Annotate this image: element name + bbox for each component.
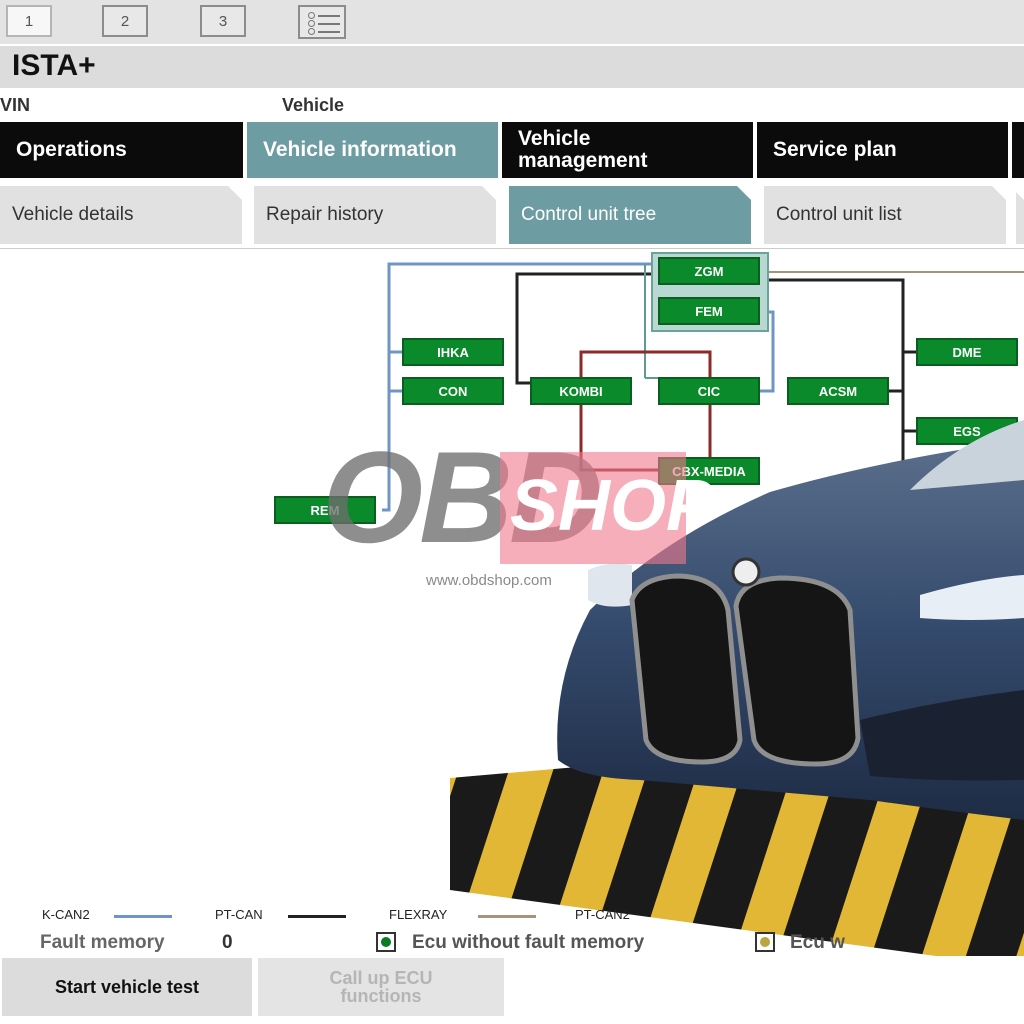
legend-pt-can: PT-CAN: [215, 907, 263, 922]
fault-memory-value: 0: [222, 932, 233, 953]
windshield: [910, 420, 1024, 490]
legend-k-can2: K-CAN2: [42, 907, 90, 922]
status-fault-indicator: [755, 932, 775, 952]
brand-logo: [731, 557, 761, 587]
legend-k-can2-line: [114, 915, 172, 918]
grille-left: [629, 573, 743, 765]
ecu-dme[interactable]: DME: [916, 338, 1018, 366]
legend-flexray: FLEXRAY: [389, 907, 448, 922]
status-ok-indicator: [376, 932, 396, 952]
ecu-zgm[interactable]: ZGM: [658, 257, 760, 285]
pt-can-line: [515, 272, 655, 385]
ecu-ihka[interactable]: IHKA: [402, 338, 504, 366]
start-vehicle-test-button[interactable]: Start vehicle test: [2, 958, 252, 1016]
call-up-ecu-functions-button[interactable]: Call up ECU functions: [258, 958, 504, 1016]
fault-memory-label: Fault memory: [40, 932, 165, 953]
status-fault-label: Ecu w: [790, 932, 845, 953]
watermark-shop: SHOP: [510, 466, 715, 546]
legend-pt-can2: PT-CAN2: [575, 907, 630, 922]
status-ok-label: Ecu without fault memory: [412, 932, 645, 953]
legend-pt-can-line: [288, 915, 346, 918]
grille-right: [733, 575, 861, 767]
legend-flexray-line: [478, 915, 536, 918]
watermark-url: www.obdshop.com: [426, 572, 552, 589]
ecu-fem[interactable]: FEM: [658, 297, 760, 325]
